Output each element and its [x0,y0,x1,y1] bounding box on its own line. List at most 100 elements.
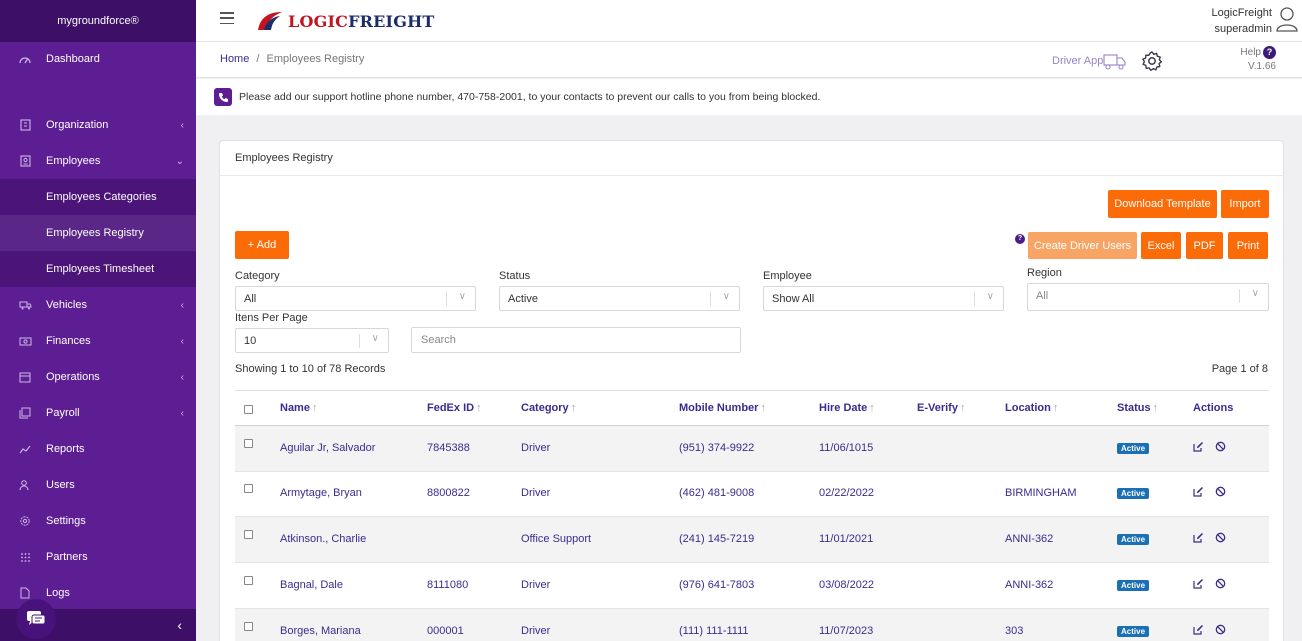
per-page-select[interactable]: 10 ∨ [235,328,389,353]
disable-icon[interactable] [1215,624,1226,635]
chart-icon [18,442,32,456]
menu-toggle-icon[interactable] [220,12,234,24]
user-info[interactable]: LogicFreight superadmin [1211,5,1272,37]
notice-text: Please add our support hotline phone num… [239,91,821,103]
sidebar-item-label: Payroll [46,407,80,419]
user-avatar-icon[interactable] [1276,6,1298,32]
edit-icon[interactable] [1193,578,1204,589]
edit-icon[interactable] [1193,441,1204,452]
column-header-hire-date[interactable]: Hire Date ↑ [819,402,875,414]
cell-name[interactable]: Atkinson., Charlie [280,533,366,545]
column-header-mobile-number[interactable]: Mobile Number ↑ [679,402,766,414]
chevron-left-icon: ‹ [180,119,184,131]
region-select[interactable]: All ∨ [1027,283,1269,311]
cell-name[interactable]: Armytage, Bryan [280,487,362,499]
table-row[interactable]: Aguilar Jr, Salvador 7845388 Driver (951) 3… [235,426,1269,472]
cell-location: 303 [1005,625,1024,637]
sidebar-item-settings[interactable]: Settings [0,503,196,539]
category-select[interactable]: All ∨ [235,286,476,311]
driver-app-link[interactable]: Driver App [1052,52,1127,70]
sidebar-item-users[interactable]: Users [0,467,196,503]
chat-widget-button[interactable] [16,599,56,639]
disable-icon[interactable] [1215,486,1226,497]
table-row[interactable]: Borges, Mariana 000001 Driver (111) 111-111… [235,609,1269,641]
search-input[interactable]: Search [411,327,741,353]
page-indicator: Page 1 of 8 [1211,363,1268,375]
row-checkbox[interactable] [244,576,253,585]
sidebar-item-employees[interactable]: Employees ⌄ [0,143,196,179]
sidebar-item-finances[interactable]: Finances ‹ [0,323,196,359]
cell-category: Driver [521,442,551,454]
per-page-value: 10 [244,335,257,347]
cell-name[interactable]: Bagnal, Dale [280,579,343,591]
driver-app-label: Driver App [1052,55,1104,67]
print-button[interactable]: Print [1228,232,1268,259]
column-header-fedex-id[interactable]: FedEx ID ↑ [427,402,482,414]
status-badge: Active [1117,534,1150,545]
sidebar-item-dashboard[interactable]: Dashboard [0,41,196,77]
table-row[interactable]: Armytage, Bryan 8800822 Driver (462) 481-90… [235,471,1269,517]
column-header-name[interactable]: Name ↑ [280,402,317,414]
create-driver-users-button[interactable]: Create Driver Users [1028,232,1137,259]
money-icon [18,334,32,348]
row-checkbox[interactable] [244,484,253,493]
category-value: All [244,293,257,305]
sidebar-item-organization[interactable]: Organization ‹ [0,107,196,143]
sidebar-item-reports[interactable]: Reports [0,431,196,467]
row-checkbox[interactable] [244,439,253,448]
collapse-sidebar-icon[interactable]: ‹ [177,617,182,633]
breadcrumb-home-link[interactable]: Home [220,53,249,65]
row-checkbox[interactable] [244,530,253,539]
cell-name[interactable]: Aguilar Jr, Salvador [280,442,375,454]
employee-select[interactable]: Show All ∨ [763,286,1004,311]
sidebar-item-operations[interactable]: Operations ‹ [0,359,196,395]
cell-fedex-id: 000001 [427,625,464,637]
column-header-e-verify[interactable]: E-Verify ↑ [917,402,965,414]
disable-icon[interactable] [1215,441,1226,452]
cell-name[interactable]: Borges, Mariana [280,625,361,637]
select-all-checkbox[interactable] [244,405,253,414]
chat-icon [27,611,46,625]
info-question-icon[interactable]: ? [1015,234,1025,244]
notice-banner: Please add our support hotline phone num… [196,79,1302,115]
region-label: Region [1027,267,1062,279]
pdf-button[interactable]: PDF [1186,232,1223,259]
cell-hire-date: 11/07/2023 [819,625,874,637]
cell-fedex-id: 8111080 [427,579,469,591]
column-header-location[interactable]: Location ↑ [1005,402,1058,414]
sidebar-item-payroll[interactable]: Payroll ‹ [0,395,196,431]
sidebar-subitem-employees-categories[interactable]: Employees Categories [0,179,196,215]
disable-icon[interactable] [1215,578,1226,589]
status-select[interactable]: Active ∨ [499,286,740,311]
table-row[interactable]: Bagnal, Dale 8111080 Driver (976) 641-7803 0… [235,563,1269,609]
column-header-category[interactable]: Category ↑ [521,402,576,414]
download-template-button[interactable]: Download Template [1108,190,1217,218]
sidebar-item-partners[interactable]: Partners [0,539,196,575]
username: superadmin [1214,23,1272,35]
cell-location: BIRMINGHAM [1005,487,1077,499]
disable-icon[interactable] [1215,532,1226,543]
sidebar-item-label: Vehicles [46,299,87,311]
table-row[interactable]: Atkinson., Charlie Office Support (241) 14… [235,517,1269,563]
cell-fedex-id: 7845388 [427,442,470,454]
logo[interactable]: LOGICFREIGHT [256,8,435,34]
status-badge: Active [1117,626,1150,637]
top-bar: LOGICFREIGHT LogicFreight superadmin [196,0,1302,42]
edit-icon[interactable] [1193,486,1204,497]
chevron-down-icon: ∨ [371,333,379,344]
help-block[interactable]: Help? V.1.66 [1240,46,1276,74]
row-checkbox[interactable] [244,622,253,631]
settings-gear-icon[interactable] [1141,50,1163,72]
status-badge: Active [1117,580,1150,591]
edit-icon[interactable] [1193,532,1204,543]
sidebar-subitem-employees-timesheet[interactable]: Employees Timesheet [0,251,196,287]
sidebar-item-vehicles[interactable]: Vehicles ‹ [0,287,196,323]
status-badge: Active [1117,443,1150,454]
sidebar-subitem-employees-registry[interactable]: Employees Registry [0,215,196,251]
column-header-status[interactable]: Status ↑ [1117,402,1158,414]
import-button[interactable]: Import [1221,190,1269,218]
sidebar: mygroundforce® Dashboard Organization ‹ … [0,0,196,641]
excel-button[interactable]: Excel [1141,232,1181,259]
add-button[interactable]: + Add [235,231,289,259]
edit-icon[interactable] [1193,624,1204,635]
